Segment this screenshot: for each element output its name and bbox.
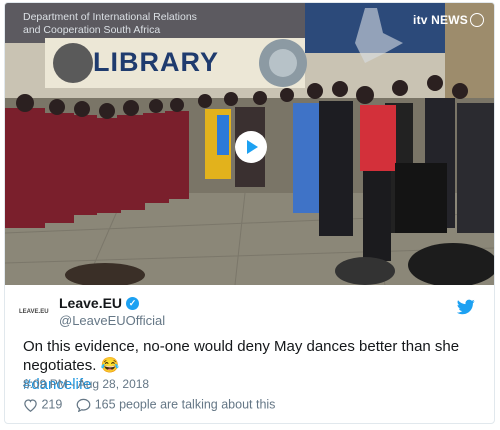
itv-news-logo: itv NEWS [413, 12, 484, 28]
twitter-bird-icon[interactable] [457, 299, 475, 315]
display-name[interactable]: Leave.EU ✓ [59, 295, 140, 311]
department-banner: Department of International Relations an… [23, 11, 197, 36]
talking-count[interactable]: 165 people are talking about this [95, 398, 276, 412]
broadcaster-label: itv NEWS [413, 13, 468, 27]
tweet-header: LEAVE.EU Leave.EU ✓ @LeaveEUOfficial [19, 295, 479, 329]
like-count[interactable]: 219 [41, 398, 62, 412]
tweet-actions: 219 165 people are talking about this [23, 397, 275, 413]
verified-badge-icon: ✓ [126, 296, 140, 310]
tweet-video[interactable]: Department of International Relations an… [5, 3, 494, 285]
user-handle[interactable]: @LeaveEUOfficial [59, 313, 165, 328]
tweet-timestamp[interactable]: 8:09 PM - Aug 28, 2018 [23, 377, 149, 391]
avatar[interactable]: LEAVE.EU [19, 299, 49, 325]
play-icon[interactable] [235, 131, 267, 163]
tweet-body: On this evidence, no-one would deny May … [23, 338, 460, 374]
display-name-text[interactable]: Leave.EU [59, 295, 122, 311]
heart-icon[interactable] [23, 398, 38, 412]
news-badge-icon [470, 12, 484, 27]
embedded-tweet-card[interactable]: Department of International Relations an… [4, 2, 495, 424]
speech-bubble-icon[interactable] [76, 398, 91, 412]
library-sign: LIBRARY [93, 47, 219, 77]
